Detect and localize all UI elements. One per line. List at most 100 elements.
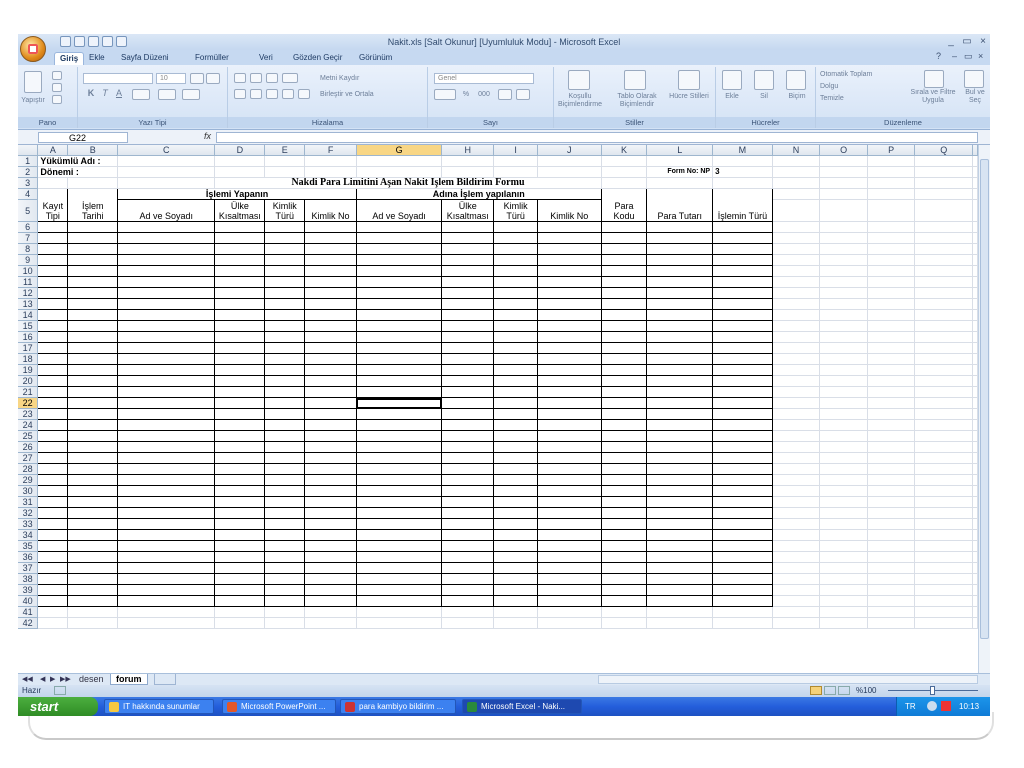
row-header[interactable]: 17 [18,342,39,355]
cell[interactable]: Ülke Kısaltması [441,199,495,223]
cell[interactable] [972,199,978,223]
cell[interactable] [972,562,978,575]
cell[interactable] [117,595,216,608]
row-header[interactable]: 22 [18,397,39,410]
cell[interactable] [117,265,216,278]
cell[interactable] [67,298,119,311]
cell[interactable] [441,397,495,410]
cell[interactable] [37,364,69,377]
cell[interactable] [600,419,648,432]
cell[interactable] [493,551,539,564]
cell[interactable] [264,309,306,322]
cell[interactable] [772,155,821,168]
cell[interactable] [914,551,973,564]
cell[interactable] [37,408,69,421]
cell[interactable] [867,155,916,168]
cell[interactable] [441,617,495,630]
merge-center-button[interactable]: Birleştir ve Ortala [320,91,410,99]
cell[interactable] [972,386,978,399]
cell[interactable] [914,364,973,377]
cell[interactable] [819,265,868,278]
cell[interactable] [601,177,648,190]
grow-font-icon[interactable] [190,73,204,84]
cell[interactable] [914,155,973,168]
cell[interactable] [772,298,821,311]
cell[interactable] [867,573,916,586]
cell[interactable] [493,331,539,344]
cell[interactable] [117,419,216,432]
cell[interactable] [441,595,495,608]
normal-view-icon[interactable] [810,686,822,695]
cell[interactable] [600,375,648,388]
cell[interactable] [493,375,539,388]
cell[interactable] [600,496,648,509]
cell[interactable] [712,265,773,278]
cell[interactable] [37,496,69,509]
cell[interactable] [67,496,119,509]
row-header[interactable]: 36 [18,551,39,564]
cell[interactable] [264,551,306,564]
cell[interactable] [537,331,602,344]
cell[interactable] [537,287,602,300]
cell[interactable] [441,298,495,311]
cell[interactable] [819,298,868,311]
row-header[interactable]: 39 [18,584,39,597]
cell[interactable] [264,232,306,245]
cell[interactable] [819,573,868,586]
cell[interactable] [304,254,357,267]
cell[interactable] [712,221,773,234]
cell[interactable] [214,441,266,454]
cell[interactable] [712,474,773,487]
cell[interactable] [441,342,495,355]
cell[interactable] [867,518,916,531]
cell[interactable] [37,551,69,564]
cell[interactable] [67,419,119,432]
minimize-button[interactable]: _ [944,36,958,47]
cell[interactable] [264,518,306,531]
cell[interactable] [712,430,773,443]
cell[interactable] [214,243,266,256]
cell[interactable] [37,342,69,355]
cell[interactable] [441,474,495,487]
cell[interactable] [304,232,357,245]
prev-sheet-button[interactable]: ◀ [40,675,45,683]
column-header[interactable]: F [304,145,357,157]
cell[interactable] [867,430,916,443]
cell[interactable] [819,221,868,234]
cell[interactable] [712,562,773,575]
cell[interactable]: Ad ve Soyadı [117,199,216,223]
cell[interactable] [972,529,978,542]
sort-filter-icon[interactable] [924,70,944,88]
cell[interactable] [914,309,973,322]
cell[interactable] [355,485,443,498]
cell[interactable] [914,419,973,432]
cell[interactable] [867,606,916,619]
cell[interactable] [646,474,714,487]
cell[interactable] [493,595,539,608]
cell[interactable] [493,507,539,520]
cell[interactable] [867,551,916,564]
cell[interactable]: İşlemin Türü [712,199,773,223]
cell[interactable] [441,166,495,179]
cell[interactable] [67,265,119,278]
cell[interactable] [646,430,714,443]
row-header[interactable]: 6 [18,221,39,234]
cell[interactable] [600,595,648,608]
cell[interactable] [867,562,916,575]
cell[interactable] [264,617,306,630]
cell[interactable] [867,540,916,553]
cell[interactable] [37,595,69,608]
row-header[interactable]: 15 [18,320,39,333]
cell[interactable] [972,441,978,454]
cell[interactable] [914,595,973,608]
cell[interactable] [914,298,973,311]
cell[interactable]: Dönemi : [37,166,119,179]
cell[interactable] [972,331,978,344]
cell[interactable]: 3 [712,166,773,179]
number-format-select[interactable]: Genel [434,73,534,84]
cell[interactable] [37,617,69,630]
increase-indent-icon[interactable] [298,89,310,99]
format-painter-icon[interactable] [52,95,62,104]
cell[interactable] [67,606,119,619]
cell[interactable] [819,188,868,201]
